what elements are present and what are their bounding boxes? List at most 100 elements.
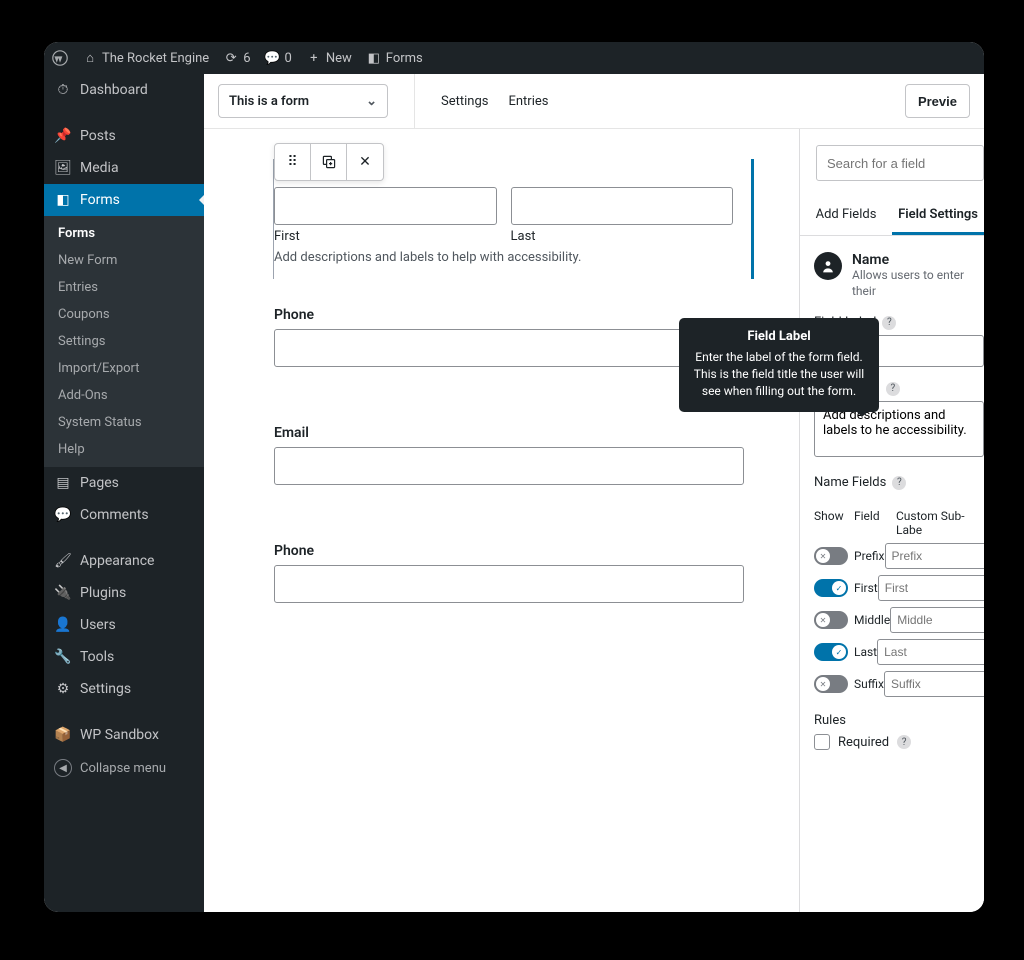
required-checkbox[interactable]: [814, 734, 830, 750]
menu-users[interactable]: 👤Users: [44, 609, 204, 641]
dashboard-icon: ⏱: [54, 82, 72, 98]
submenu-coupons[interactable]: Coupons: [44, 301, 204, 328]
field-name: Prefix: [854, 549, 885, 563]
help-icon[interactable]: ?: [892, 476, 906, 490]
help-icon[interactable]: ?: [886, 382, 900, 396]
sublabel-input-middle[interactable]: [890, 607, 984, 633]
toolbar-settings[interactable]: Settings: [441, 94, 488, 109]
sublabel-input-suffix[interactable]: [884, 671, 984, 697]
comments-link[interactable]: 💬0: [265, 50, 292, 66]
tooltip-body: Enter the label of the form field. This …: [691, 349, 867, 399]
tab-field-settings[interactable]: Field Settings: [892, 197, 984, 235]
form-toolbar: This is a form ⌄ Settings Entries Previe: [204, 74, 984, 129]
field-type-name: Name: [852, 252, 984, 268]
last-sublabel: Last: [511, 229, 734, 244]
new-content-link[interactable]: +New: [306, 50, 352, 66]
delete-button[interactable]: ✕: [347, 144, 383, 180]
forms-link[interactable]: ◧ Forms: [366, 50, 423, 66]
menu-comments[interactable]: 💬Comments: [44, 499, 204, 531]
forms-submenu: Forms New Form Entries Coupons Settings …: [44, 216, 204, 467]
search-input[interactable]: [816, 145, 984, 181]
site-name: The Rocket Engine: [102, 51, 209, 66]
submenu-addons[interactable]: Add-Ons: [44, 382, 204, 409]
comment-icon: 💬: [265, 50, 281, 66]
preview-button[interactable]: Previe: [905, 84, 970, 118]
col-custom: Custom Sub-Labe: [896, 509, 984, 537]
separator: [414, 74, 415, 129]
tooltip-title: Field Label: [691, 328, 867, 346]
submenu-entries[interactable]: Entries: [44, 274, 204, 301]
forms-bar-icon: ◧: [366, 50, 382, 66]
phone2-input[interactable]: [274, 565, 744, 603]
menu-tools[interactable]: 🔧Tools: [44, 641, 204, 673]
form-switcher[interactable]: This is a form ⌄: [218, 84, 388, 118]
form-switcher-label: This is a form: [229, 94, 309, 109]
toggle-suffix[interactable]: ✕: [814, 675, 848, 693]
submenu-help[interactable]: Help: [44, 436, 204, 463]
menu-posts[interactable]: 📌Posts: [44, 120, 204, 152]
menu-appearance[interactable]: 🖌Appearance: [44, 545, 204, 577]
tab-add-fields[interactable]: Add Fields: [800, 197, 892, 235]
sublabel-input-prefix[interactable]: [885, 543, 985, 569]
phone-input[interactable]: [274, 329, 744, 367]
email-field-block[interactable]: Email: [274, 425, 759, 485]
phone2-field-label: Phone: [274, 543, 759, 559]
submenu-new-form[interactable]: New Form: [44, 247, 204, 274]
field-label-tooltip: Field Label Enter the label of the form …: [679, 318, 879, 412]
forms-bar-label: Forms: [386, 51, 423, 66]
collapse-menu[interactable]: ◀Collapse menu: [44, 751, 204, 785]
name-field-block[interactable]: ⠿ ✕ First: [274, 159, 754, 279]
toggle-prefix[interactable]: ✕: [814, 547, 848, 565]
admin-sidebar: ⏱Dashboard 📌Posts 🖼Media ◧Forms Forms Ne…: [44, 74, 204, 912]
menu-plugins[interactable]: 🔌Plugins: [44, 577, 204, 609]
comments-count: 0: [285, 51, 292, 66]
field-name: First: [854, 581, 878, 595]
updates-link[interactable]: ⟳6: [223, 50, 250, 66]
help-icon[interactable]: ?: [882, 316, 896, 330]
menu-wp-sandbox[interactable]: 📦WP Sandbox: [44, 719, 204, 751]
menu-dashboard[interactable]: ⏱Dashboard: [44, 74, 204, 106]
toggle-last[interactable]: ✓: [814, 643, 848, 661]
new-label: New: [326, 51, 352, 66]
menu-pages[interactable]: ▤Pages: [44, 467, 204, 499]
toolbar-entries[interactable]: Entries: [508, 94, 548, 109]
first-sublabel: First: [274, 229, 497, 244]
users-icon: 👤: [54, 617, 72, 633]
field-settings-sidebar: Add Fields Field Settings Name Allows us…: [799, 129, 984, 912]
wp-admin-bar: ⌂The Rocket Engine ⟳6 💬0 +New ◧Forms: [44, 42, 984, 74]
media-icon: 🖼: [54, 160, 72, 176]
sandbox-icon: 📦: [54, 727, 72, 743]
sublabel-input-last[interactable]: [877, 639, 984, 665]
submenu-settings[interactable]: Settings: [44, 328, 204, 355]
field-name: Middle: [854, 613, 890, 627]
site-name-link[interactable]: ⌂The Rocket Engine: [82, 50, 209, 66]
form-canvas: ⠿ ✕ First: [204, 129, 799, 912]
first-name-input[interactable]: [274, 187, 497, 225]
submenu-system-status[interactable]: System Status: [44, 409, 204, 436]
toggle-first[interactable]: ✓: [814, 579, 848, 597]
required-label: Required: [838, 735, 889, 750]
pin-icon: 📌: [54, 128, 72, 144]
settings-icon: ⚙: [54, 681, 72, 697]
rules-label: Rules: [814, 713, 984, 728]
name-field-row: ✕ Suffix: [814, 671, 984, 697]
phone2-field-block[interactable]: Phone: [274, 543, 759, 603]
brush-icon: 🖌: [54, 553, 72, 569]
field-floating-toolbar: ⠿ ✕: [274, 143, 384, 181]
sublabel-input-first[interactable]: [878, 575, 984, 601]
submenu-import-export[interactable]: Import/Export: [44, 355, 204, 382]
toggle-middle[interactable]: ✕: [814, 611, 848, 629]
email-input[interactable]: [274, 447, 744, 485]
help-icon[interactable]: ?: [897, 735, 911, 749]
drag-handle[interactable]: ⠿: [275, 144, 311, 180]
field-name: Suffix: [854, 677, 884, 691]
duplicate-button[interactable]: [311, 144, 347, 180]
updates-count: 6: [243, 51, 250, 66]
name-field-row: ✓ First: [814, 575, 984, 601]
wp-logo[interactable]: [52, 50, 68, 66]
menu-forms[interactable]: ◧Forms: [44, 184, 204, 216]
submenu-forms[interactable]: Forms: [44, 220, 204, 247]
menu-media[interactable]: 🖼Media: [44, 152, 204, 184]
menu-settings[interactable]: ⚙Settings: [44, 673, 204, 705]
last-name-input[interactable]: [511, 187, 734, 225]
